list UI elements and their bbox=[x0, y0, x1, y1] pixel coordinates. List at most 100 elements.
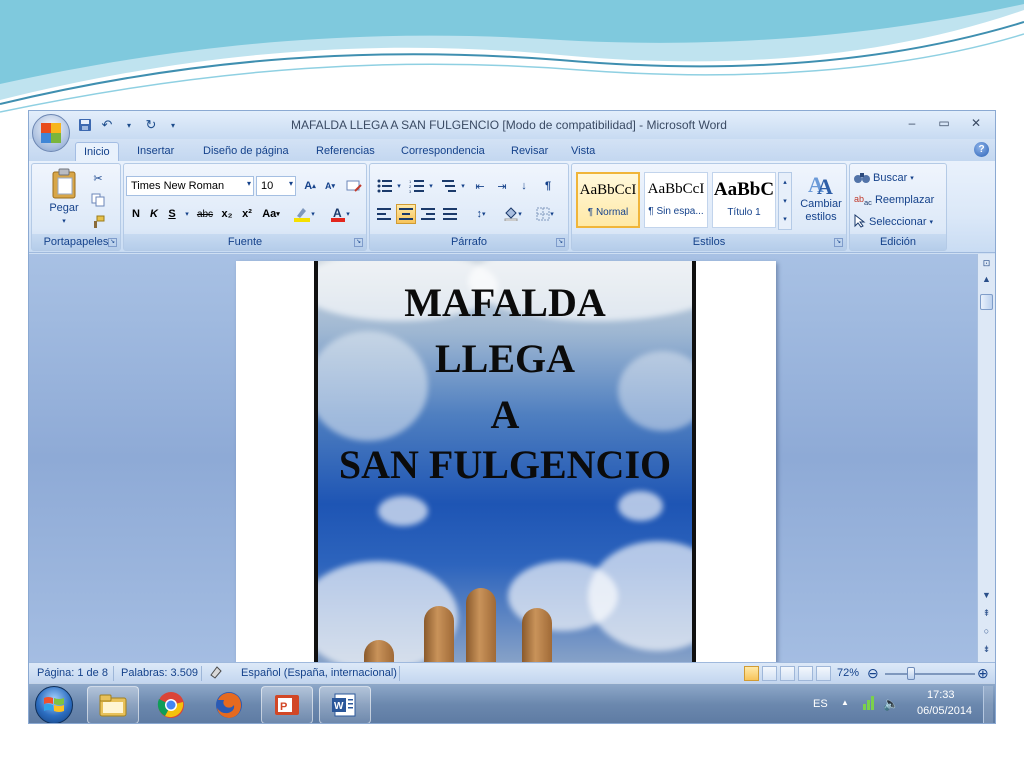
office-button[interactable] bbox=[32, 114, 70, 152]
bold-button[interactable]: N bbox=[128, 204, 144, 224]
firefox-taskbar-button[interactable] bbox=[203, 686, 255, 723]
zoom-level[interactable]: 72% bbox=[837, 667, 859, 679]
save-icon[interactable] bbox=[77, 117, 93, 133]
increase-indent-icon[interactable]: ⇥ bbox=[492, 176, 512, 196]
shading-icon[interactable]: ▾ bbox=[498, 204, 528, 224]
redo-icon[interactable]: ↻ bbox=[143, 117, 159, 133]
multilevel-list-icon[interactable]: ▾ bbox=[438, 176, 468, 196]
previous-page-icon[interactable]: ⇞ bbox=[980, 606, 993, 620]
customize-toolbar-icon[interactable]: ▾ bbox=[165, 117, 181, 133]
style-sin-espaciado[interactable]: AaBbCcI ¶ Sin espa... bbox=[644, 172, 708, 228]
chevron-down-icon[interactable]: ▾ bbox=[182, 204, 192, 224]
zoom-slider-track[interactable] bbox=[885, 673, 975, 675]
paste-button[interactable]: Pegar ▾ bbox=[42, 168, 86, 230]
show-hidden-icons-icon[interactable]: ▲ bbox=[841, 698, 849, 707]
print-layout-view-icon[interactable] bbox=[744, 666, 759, 681]
page-count[interactable]: Página: 1 de 8 bbox=[37, 667, 108, 679]
tab-inicio[interactable]: Inicio bbox=[75, 142, 119, 161]
help-icon[interactable]: ? bbox=[974, 142, 989, 157]
ruler-toggle-icon[interactable]: ⊡ bbox=[980, 256, 993, 270]
tab-correspondencia[interactable]: Correspondencia bbox=[393, 142, 493, 161]
align-center-icon[interactable] bbox=[396, 204, 416, 224]
sort-icon[interactable]: ↓ bbox=[514, 176, 534, 196]
underline-button[interactable]: S bbox=[164, 204, 180, 224]
dialog-launcher-icon[interactable]: ↘ bbox=[108, 238, 117, 247]
scroll-up-icon[interactable]: ▲ bbox=[980, 272, 993, 286]
scroll-down-icon[interactable]: ▾ bbox=[779, 192, 791, 211]
cut-icon[interactable]: ✂ bbox=[88, 168, 108, 188]
volume-icon[interactable]: 🔈 bbox=[883, 696, 899, 712]
align-left-icon[interactable] bbox=[374, 204, 394, 224]
full-screen-reading-view-icon[interactable] bbox=[762, 666, 777, 681]
word-taskbar-button[interactable]: W bbox=[319, 686, 371, 723]
style-normal[interactable]: AaBbCcI ¶ Normal bbox=[576, 172, 640, 228]
word-count[interactable]: Palabras: 3.509 bbox=[121, 667, 198, 679]
strikethrough-button[interactable]: abc bbox=[194, 204, 216, 224]
change-styles-button[interactable]: A A Cambiar estilos bbox=[796, 168, 846, 232]
decrease-indent-icon[interactable]: ⇤ bbox=[470, 176, 490, 196]
dialog-launcher-icon[interactable]: ↘ bbox=[834, 238, 843, 247]
start-button[interactable] bbox=[35, 686, 73, 723]
web-layout-view-icon[interactable] bbox=[780, 666, 795, 681]
outline-view-icon[interactable] bbox=[798, 666, 813, 681]
document-page[interactable]: MAFALDA LLEGA A SAN FULGENCIO bbox=[236, 261, 776, 666]
network-icon[interactable] bbox=[861, 694, 877, 715]
align-right-icon[interactable] bbox=[418, 204, 438, 224]
close-button[interactable]: ✕ bbox=[963, 114, 989, 132]
more-styles-icon[interactable]: ▾ bbox=[779, 211, 791, 229]
zoom-slider-thumb[interactable] bbox=[907, 667, 915, 680]
font-size-combo[interactable]: 10 ▾ bbox=[256, 176, 296, 196]
chevron-down-icon[interactable]: ▾ bbox=[121, 117, 137, 133]
font-color-button[interactable]: A ▾ bbox=[324, 204, 356, 224]
copy-icon[interactable] bbox=[88, 190, 108, 210]
scroll-down-icon[interactable]: ▼ bbox=[980, 588, 993, 602]
explorer-taskbar-button[interactable] bbox=[87, 686, 139, 723]
input-language[interactable]: ES bbox=[813, 698, 828, 710]
zoom-out-icon[interactable]: ⊖ bbox=[867, 665, 879, 682]
proofing-icon[interactable] bbox=[209, 665, 225, 682]
justify-icon[interactable] bbox=[440, 204, 460, 224]
scroll-up-icon[interactable]: ▴ bbox=[779, 173, 791, 192]
tab-vista[interactable]: Vista bbox=[563, 142, 603, 161]
language-status[interactable]: Español (España, internacional) bbox=[241, 667, 397, 679]
shrink-font-button[interactable]: A ▾ bbox=[320, 176, 340, 196]
draft-view-icon[interactable] bbox=[816, 666, 831, 681]
dialog-launcher-icon[interactable]: ↘ bbox=[354, 238, 363, 247]
borders-icon[interactable]: ▾ bbox=[530, 204, 560, 224]
undo-icon[interactable]: ↶ bbox=[99, 117, 115, 133]
style-titulo-1[interactable]: AaBbC Título 1 bbox=[712, 172, 776, 228]
select-button[interactable]: Seleccionar ▾ bbox=[854, 212, 933, 232]
change-case-button[interactable]: Aa ▾ bbox=[258, 204, 284, 224]
tab-insertar[interactable]: Insertar bbox=[129, 142, 182, 161]
superscript-button[interactable]: x² bbox=[238, 204, 256, 224]
numbering-icon[interactable]: 1 2 3 ▾ bbox=[406, 176, 436, 196]
grow-font-button[interactable]: A ▴ bbox=[300, 176, 320, 196]
powerpoint-taskbar-button[interactable]: P bbox=[261, 686, 313, 723]
vertical-scrollbar[interactable]: ⊡ ▲ ▼ ⇞ ○ ⇟ bbox=[977, 254, 995, 662]
find-button[interactable]: Buscar ▾ bbox=[854, 168, 914, 188]
line-spacing-icon[interactable]: ↕ ▾ bbox=[466, 204, 496, 224]
subscript-button[interactable]: x₂ bbox=[218, 204, 236, 224]
clear-format-icon[interactable] bbox=[344, 176, 364, 196]
chrome-taskbar-button[interactable] bbox=[145, 686, 197, 723]
scroll-thumb[interactable] bbox=[980, 294, 993, 310]
show-marks-icon[interactable]: ¶ bbox=[538, 176, 558, 196]
tab-diseno-pagina[interactable]: Diseño de página bbox=[195, 142, 297, 161]
next-page-icon[interactable]: ⇟ bbox=[980, 642, 993, 656]
dialog-launcher-icon[interactable]: ↘ bbox=[556, 238, 565, 247]
show-desktop-button[interactable] bbox=[983, 686, 993, 723]
tab-revisar[interactable]: Revisar bbox=[503, 142, 556, 161]
restore-button[interactable]: ▭ bbox=[931, 114, 957, 132]
font-family-combo[interactable]: Times New Roman ▾ bbox=[126, 176, 254, 196]
clock-date[interactable]: 06/05/2014 bbox=[917, 705, 972, 717]
clock-time[interactable]: 17:33 bbox=[927, 689, 955, 701]
italic-button[interactable]: K bbox=[146, 204, 162, 224]
bullets-icon[interactable]: ▾ bbox=[374, 176, 404, 196]
replace-button[interactable]: abac Reemplazar bbox=[854, 190, 934, 210]
zoom-in-icon[interactable]: ⊕ bbox=[977, 665, 989, 682]
format-painter-icon[interactable] bbox=[88, 212, 108, 232]
browse-object-icon[interactable]: ○ bbox=[980, 624, 993, 638]
highlight-color-button[interactable]: ▾ bbox=[288, 204, 320, 224]
minimize-button[interactable]: – bbox=[899, 114, 925, 132]
tab-referencias[interactable]: Referencias bbox=[308, 142, 383, 161]
